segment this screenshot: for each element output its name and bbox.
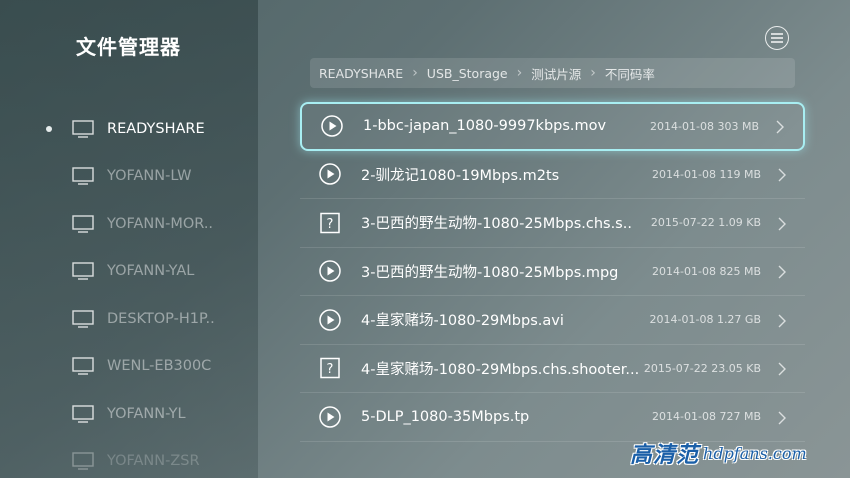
breadcrumb-separator: › — [516, 65, 523, 81]
file-row[interactable]: 3-巴西的野生动物-1080-25Mbps.mpg 2014-01-08 825 … — [300, 248, 805, 296]
active-indicator-dot — [46, 125, 52, 132]
file-name: 3-巴西的野生动物-1080-25Mbps.mpg — [361, 264, 619, 281]
watermark-logo: 高清范 hdpfans.com — [630, 437, 830, 469]
file-meta: 2014-01-08 727 MB — [652, 410, 761, 424]
file-row[interactable]: 4-皇家赌场-1080-29Mbps.avi 2014-01-08 1.27 GB — [300, 296, 805, 345]
device-label: DESKTOP-H1P.. — [107, 310, 215, 327]
file-row[interactable]: 5-DLP_1080-35Mbps.tp 2014-01-08 727 MB — [300, 393, 805, 442]
chevron-right-icon — [777, 361, 787, 376]
unknown-file-icon: ? — [319, 357, 341, 379]
device-label: YOFANN-YAL — [107, 263, 195, 280]
chevron-right-icon — [777, 313, 787, 328]
breadcrumb-separator: › — [412, 65, 418, 81]
watermark-cn: 高清范 — [630, 443, 700, 468]
monitor-icon — [72, 452, 94, 470]
chevron-right-icon — [775, 119, 785, 134]
svg-text:?: ? — [327, 362, 334, 377]
device-label: YOFANN-YL — [107, 405, 186, 422]
device-label: WENL-EB300C — [107, 358, 212, 375]
file-meta: 2014-01-08 119 MB — [652, 167, 761, 181]
breadcrumb-separator: › — [590, 65, 596, 81]
file-name: 3-巴西的野生动物-1080-25Mbps.chs.s.. — [361, 216, 632, 233]
device-item[interactable]: YOFANN-YAL — [0, 248, 258, 296]
monitor-icon — [72, 405, 94, 423]
monitor-icon — [72, 310, 94, 328]
device-label: YOFANN-MOR.. — [107, 215, 214, 232]
device-item[interactable]: YOFANN-ZSR — [0, 438, 258, 478]
breadcrumb-item[interactable]: READYSHARE — [319, 66, 403, 81]
file-name: 1-bbc-japan_1080-9997kbps.mov — [363, 118, 607, 135]
device-label: YOFANN-LW — [107, 168, 192, 185]
file-meta: 2015-07-22 1.09 KB — [650, 216, 761, 230]
device-list: READYSHARE YOFANN-LW YOFANN-MOR.. YOFANN-YA… — [0, 105, 258, 478]
unknown-file-icon: ? — [319, 212, 341, 234]
breadcrumb-item[interactable]: 不同码率 — [605, 64, 655, 83]
monitor-icon — [72, 167, 94, 185]
device-item[interactable]: YOFANN-LW — [0, 153, 258, 201]
monitor-icon — [72, 120, 94, 138]
file-list: 1-bbc-japan_1080-9997kbps.mov 2014-01-08 … — [300, 102, 805, 442]
svg-text:?: ? — [327, 217, 334, 232]
monitor-icon — [72, 262, 94, 280]
chevron-right-icon — [777, 264, 787, 279]
app-title: 文件管理器 — [76, 35, 181, 59]
file-row[interactable]: ? 3-巴西的野生动物-1080-25Mbps.chs.s.. 2015-07-22… — [300, 199, 805, 248]
play-icon — [319, 260, 341, 282]
device-label: READYSHARE — [107, 120, 205, 137]
device-item[interactable]: READYSHARE — [0, 105, 258, 153]
file-name: 4-皇家赌场-1080-29Mbps.chs.shooter... — [361, 361, 640, 378]
device-item[interactable]: WENL-EB300C — [0, 343, 258, 391]
file-row[interactable]: 1-bbc-japan_1080-9997kbps.mov 2014-01-08 … — [300, 102, 805, 151]
file-row[interactable]: 2-驯龙记1080-19Mbps.m2ts 2014-01-08 119 MB — [300, 151, 805, 199]
file-meta: 2015-07-22 23.05 KB — [643, 361, 761, 375]
file-meta: 2014-01-08 825 MB — [652, 264, 761, 278]
monitor-icon — [72, 357, 94, 375]
file-name: 2-驯龙记1080-19Mbps.m2ts — [361, 167, 560, 184]
breadcrumb-item[interactable]: USB_Storage — [427, 66, 508, 81]
menu-button[interactable] — [765, 26, 789, 50]
device-item[interactable]: DESKTOP-H1P.. — [0, 295, 258, 343]
chevron-right-icon — [777, 410, 787, 425]
chevron-right-icon — [777, 167, 787, 182]
chevron-right-icon — [777, 216, 787, 231]
play-icon — [319, 309, 341, 331]
monitor-icon — [72, 215, 94, 233]
file-row[interactable]: ? 4-皇家赌场-1080-29Mbps.chs.shooter... 2015-0… — [300, 345, 805, 393]
file-name: 4-皇家赌场-1080-29Mbps.avi — [361, 313, 564, 330]
file-name: 5-DLP_1080-35Mbps.tp — [361, 408, 530, 425]
watermark-en: hdpfans.com — [703, 443, 807, 463]
menu-icon — [771, 33, 783, 43]
play-icon — [319, 406, 341, 428]
breadcrumb-item[interactable]: 测试片源 — [531, 64, 581, 83]
breadcrumb: READYSHARE › USB_Storage › 测试片源 › 不同码率 — [310, 58, 795, 88]
file-meta: 2014-01-08 1.27 GB — [649, 313, 761, 327]
device-item[interactable]: YOFANN-MOR.. — [0, 200, 258, 248]
device-item[interactable]: YOFANN-YL — [0, 390, 258, 438]
device-label: YOFANN-ZSR — [107, 453, 200, 470]
play-icon — [321, 115, 343, 137]
play-icon — [319, 163, 341, 185]
file-meta: 2014-01-08 303 MB — [650, 119, 759, 133]
